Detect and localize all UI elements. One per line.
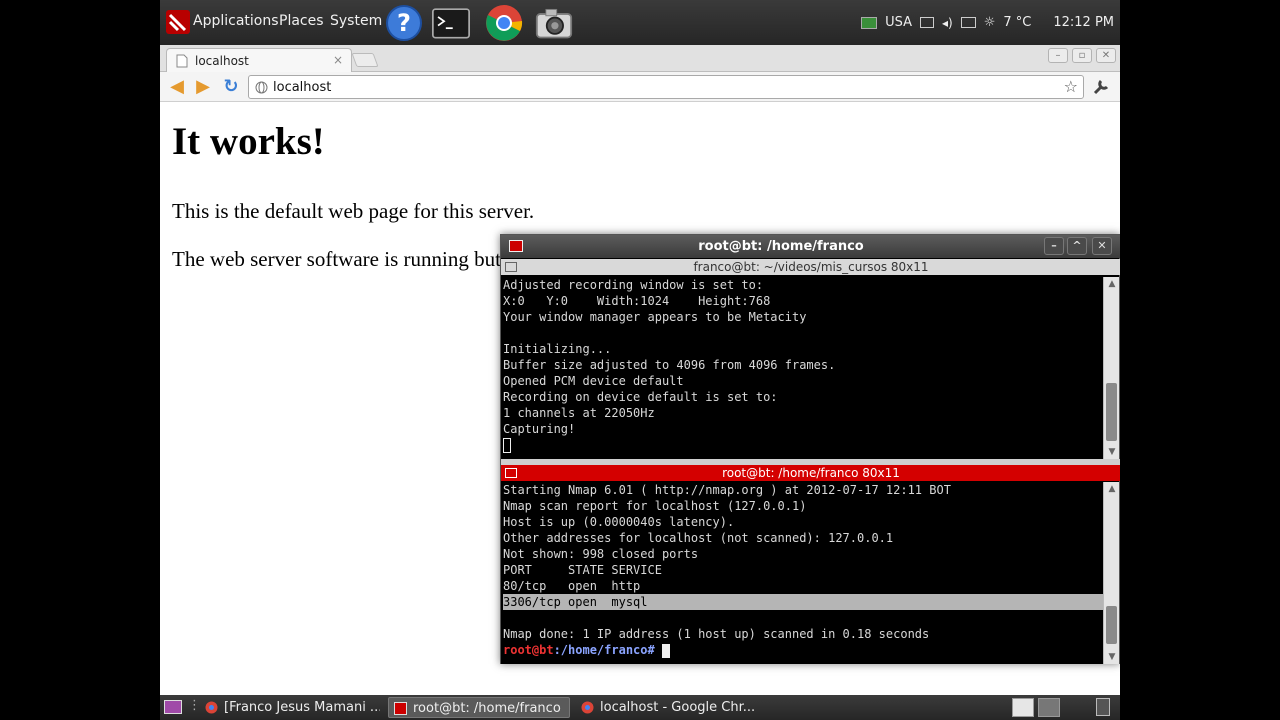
- pane1-titlebar[interactable]: franco@bt: ~/videos/mis_cursos 80x11: [501, 259, 1120, 275]
- output-line: Adjusted recording window is set to:: [503, 278, 764, 292]
- backtrack-logo-icon[interactable]: [166, 10, 190, 34]
- close-window-button[interactable]: ✕: [1096, 48, 1116, 63]
- output-line: 80/tcp open http: [503, 579, 641, 593]
- output-line: Initializing...: [503, 342, 612, 356]
- pane1-output[interactable]: Adjusted recording window is set to: X:0…: [501, 277, 1105, 459]
- terminal-title: root@bt: /home/franco: [698, 239, 864, 254]
- desktop: Applications Places System ? USA ◂) ☼ 7 …: [160, 0, 1120, 720]
- output-line-selected: 3306/tcp open mysql: [503, 594, 1105, 610]
- prompt-path: :/home/franco#: [553, 643, 655, 657]
- browser-toolbar: ◀ ▶ ↻ localhost ☆: [160, 72, 1120, 102]
- address-bar[interactable]: localhost ☆: [248, 75, 1084, 99]
- svg-text:?: ?: [397, 9, 411, 37]
- pane2-titlebar[interactable]: root@bt: /home/franco 80x11: [501, 465, 1120, 481]
- pane2-title: root@bt: /home/franco 80x11: [722, 466, 900, 480]
- clock[interactable]: 12:12 PM: [1053, 15, 1114, 30]
- tab-localhost[interactable]: localhost ×: [166, 48, 352, 72]
- url-text: localhost: [273, 80, 332, 95]
- show-desktop-icon[interactable]: [164, 700, 182, 714]
- terminal-icon[interactable]: [432, 4, 470, 42]
- maximize-button[interactable]: ▫: [1072, 48, 1092, 63]
- page-icon: [176, 54, 188, 68]
- globe-icon: [255, 81, 268, 94]
- terminal-minimize-button[interactable]: –: [1044, 237, 1064, 255]
- terminal-window[interactable]: root@bt: /home/franco – ^ ✕ franco@bt: ~…: [500, 234, 1120, 664]
- task-label: root@bt: /home/franco: [413, 701, 561, 716]
- forward-arrow-icon[interactable]: ▶: [192, 76, 214, 98]
- output-line: Your window manager appears to be Metaci…: [503, 310, 807, 324]
- pane1-title: franco@bt: ~/videos/mis_cursos 80x11: [693, 260, 929, 274]
- chrome-icon: [205, 701, 218, 714]
- output-line: Host is up (0.0000040s latency).: [503, 515, 735, 529]
- menu-applications[interactable]: Applications: [193, 13, 279, 29]
- top-panel: Applications Places System ? USA ◂) ☼ 7 …: [160, 0, 1120, 45]
- output-line: Capturing!: [503, 422, 576, 436]
- wrench-icon[interactable]: [1092, 78, 1110, 96]
- page-heading: It works!: [172, 120, 325, 163]
- shell-cursor: [661, 643, 670, 658]
- pane-grid-icon: [505, 468, 517, 478]
- terminal-titlebar[interactable]: root@bt: /home/franco – ^ ✕: [501, 235, 1120, 258]
- weather-sun-icon: ☼: [983, 15, 996, 30]
- tab-title: localhost: [195, 54, 249, 68]
- chrome-icon: [581, 701, 594, 714]
- menu-system[interactable]: System: [330, 13, 382, 29]
- output-line: Recording on device default is set to:: [503, 390, 778, 404]
- task-label: [Franco Jesus Mamani ...: [224, 700, 380, 715]
- bookmark-star-icon[interactable]: ☆: [1064, 77, 1078, 96]
- task-label: localhost - Google Chr...: [600, 700, 756, 715]
- trash-icon[interactable]: [1096, 698, 1110, 716]
- output-line: Nmap done: 1 IP address (1 host up) scan…: [503, 627, 930, 641]
- page-paragraph-1: This is the default web page for this se…: [172, 199, 535, 223]
- output-line: Nmap scan report for localhost (127.0.0.…: [503, 499, 807, 513]
- bottom-panel: ⋮ [Franco Jesus Mamani ... root@bt: /hom…: [160, 695, 1120, 720]
- camera-icon[interactable]: [535, 4, 573, 42]
- pane2-scrollbar[interactable]: ▲ ▼: [1103, 482, 1119, 664]
- keyboard-flag-icon[interactable]: [861, 16, 878, 29]
- output-line: Starting Nmap 6.01 ( http://nmap.org ) a…: [503, 483, 951, 497]
- display-icon[interactable]: [919, 17, 934, 28]
- task-franco-chrome[interactable]: [Franco Jesus Mamani ...: [200, 697, 380, 718]
- pane2-output[interactable]: Starting Nmap 6.01 ( http://nmap.org ) a…: [501, 482, 1105, 664]
- pane1-scroll-thumb[interactable]: [1106, 383, 1117, 441]
- workspace-2[interactable]: [1038, 698, 1060, 717]
- volume-icon[interactable]: ◂): [942, 16, 953, 30]
- keyboard-layout[interactable]: USA: [885, 15, 912, 30]
- output-line: 1 channels at 22050Hz: [503, 406, 655, 420]
- tab-close-button[interactable]: ×: [333, 53, 343, 67]
- browser-tabstrip: localhost × – ▫ ✕: [160, 45, 1120, 72]
- mail-icon[interactable]: [960, 17, 976, 28]
- workspace-1[interactable]: [1012, 698, 1034, 717]
- pane-grid-icon: [505, 262, 517, 272]
- output-line: PORT STATE SERVICE: [503, 563, 662, 577]
- output-line: Other addresses for localhost (not scann…: [503, 531, 894, 545]
- terminal-close-button[interactable]: ✕: [1092, 237, 1112, 255]
- menu-places[interactable]: Places: [279, 13, 324, 29]
- minimize-button[interactable]: –: [1048, 48, 1068, 63]
- weather-temp[interactable]: 7 °C: [1003, 15, 1031, 30]
- system-tray: USA ◂) ☼ 7 °C 12:12 PM: [861, 0, 1120, 45]
- task-terminal[interactable]: root@bt: /home/franco: [388, 697, 570, 718]
- pane1-cursor: [503, 438, 511, 453]
- output-line: Not shown: 998 closed ports: [503, 547, 699, 561]
- output-line: Buffer size adjusted to 4096 from 4096 f…: [503, 358, 836, 372]
- new-tab-button[interactable]: [351, 53, 379, 67]
- terminal-maximize-button[interactable]: ^: [1067, 237, 1087, 255]
- task-localhost-chrome[interactable]: localhost - Google Chr...: [576, 697, 756, 718]
- pane1-scrollbar[interactable]: ▲ ▼: [1103, 277, 1119, 459]
- back-arrow-icon[interactable]: ◀: [166, 76, 188, 98]
- shell-prompt[interactable]: root@bt:/home/franco#: [503, 642, 1105, 658]
- output-line: X:0 Y:0 Width:1024 Height:768: [503, 294, 771, 308]
- prompt-user: root@bt: [503, 643, 554, 657]
- terminal-app-icon: [394, 702, 407, 715]
- reload-icon[interactable]: ↻: [220, 76, 242, 98]
- chrome-icon[interactable]: [485, 4, 523, 42]
- help-icon[interactable]: ?: [385, 4, 423, 42]
- output-line: Opened PCM device default: [503, 374, 684, 388]
- pane2-scroll-thumb[interactable]: [1106, 606, 1117, 644]
